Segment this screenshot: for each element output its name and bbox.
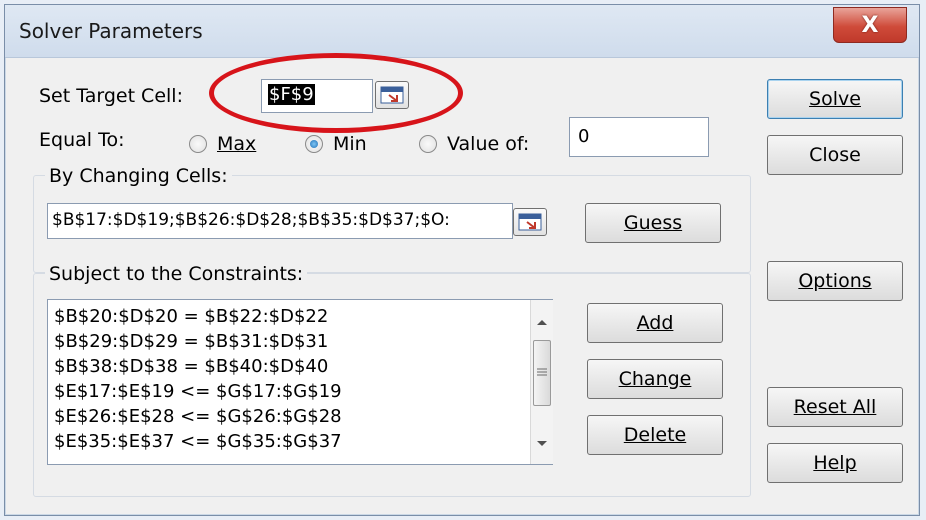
target-cell-value: $F$9 [268,84,315,105]
list-item[interactable]: $B$38:$D$38 = $B$40:$D$40 [54,356,328,377]
target-ref-button[interactable] [375,81,409,109]
collapse-dialog-icon [518,213,542,231]
add-button[interactable]: Add [587,303,723,343]
list-item[interactable]: $E$17:$E$19 <= $G$17:$G$19 [54,381,342,402]
solve-button[interactable]: Solve [767,79,903,119]
grip-icon [537,368,547,376]
value-of-radio-label[interactable]: Value of: [447,133,529,155]
delete-button[interactable]: Delete [587,415,723,455]
scroll-down-icon[interactable] [536,440,548,448]
constraints-scrollbar[interactable] [530,300,553,464]
options-button[interactable]: Options [767,261,903,301]
scroll-thumb[interactable] [533,340,551,406]
solver-dialog: Solver Parameters X Set Target Cell: $F$… [4,4,920,516]
min-radio[interactable] [305,135,323,153]
constraints-list[interactable]: $B$20:$D$20 = $B$22:$D$22 $B$29:$D$29 = … [47,299,553,465]
changing-cells-input[interactable]: $B$17:$D$19;$B$26:$D$28;$B$35:$D$37;$O: [47,203,513,239]
help-button[interactable]: Help [767,443,903,483]
window-title: Solver Parameters [19,19,203,43]
list-item[interactable]: $B$29:$D$29 = $B$31:$D$31 [54,331,328,352]
reset-all-button[interactable]: Reset All [767,387,903,427]
list-item[interactable]: $B$20:$D$20 = $B$22:$D$22 [54,306,328,327]
scroll-up-icon[interactable] [536,318,548,326]
set-target-cell-label: Set Target Cell: [39,85,183,107]
change-button[interactable]: Change [587,359,723,399]
equal-to-label: Equal To: [39,129,125,151]
list-item[interactable]: $E$26:$E$28 <= $G$26:$G$28 [54,406,342,427]
min-radio-label[interactable]: Min [333,133,367,155]
target-cell-input[interactable]: $F$9 [261,79,373,113]
value-of-input[interactable]: 0 [569,117,709,157]
changing-cells-ref-button[interactable] [513,208,547,236]
list-item[interactable]: $E$35:$E$37 <= $G$35:$G$37 [54,431,342,452]
close-button[interactable]: Close [767,135,903,175]
collapse-dialog-icon [380,86,404,104]
constraints-label: Subject to the Constraints: [45,263,308,285]
max-radio[interactable] [189,135,207,153]
close-icon: X [861,12,879,38]
window-close-button[interactable]: X [833,7,907,43]
max-radio-label[interactable]: Max [217,133,256,155]
title-bar: Solver Parameters X [5,5,919,58]
guess-button[interactable]: Guess [585,203,721,243]
by-changing-cells-label: By Changing Cells: [45,165,232,187]
value-of-radio[interactable] [419,135,437,153]
